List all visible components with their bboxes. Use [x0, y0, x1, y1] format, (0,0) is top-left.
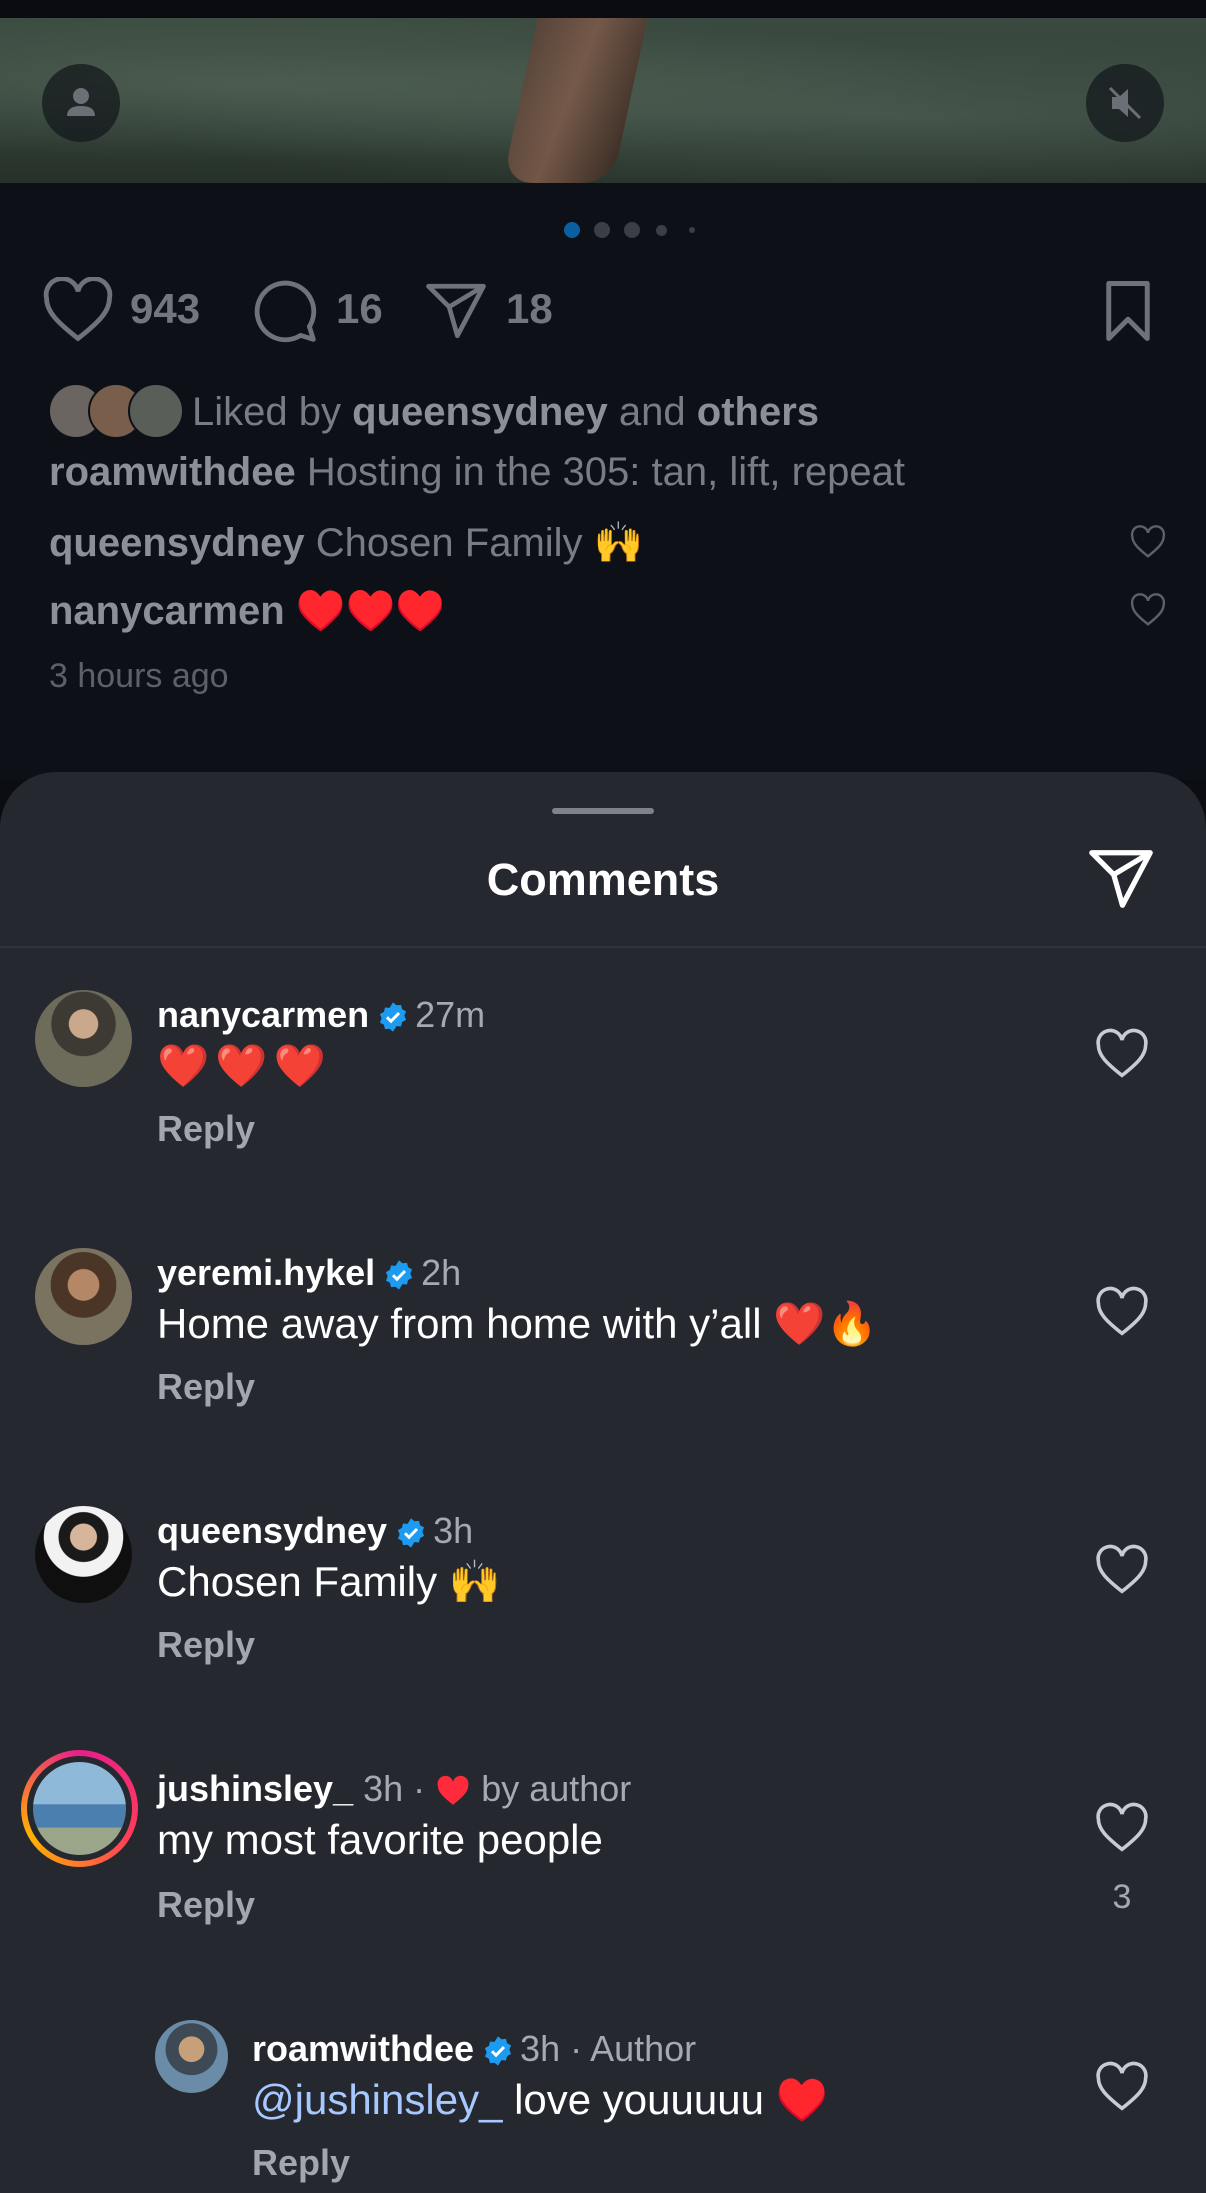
post-caption: roamwithdee Hosting in the 305: tan, lif… — [49, 450, 905, 495]
comment-time: 2h — [421, 1252, 462, 1293]
comment-username[interactable]: nanycarmen — [157, 994, 369, 1035]
liked-by-avatars[interactable] — [48, 383, 184, 439]
comment-username[interactable]: jushinsley_ — [157, 1768, 353, 1809]
preview-comment-text: ♥️♥️♥️ — [295, 589, 446, 633]
comment-header: nanycarmen 27m — [157, 994, 485, 1036]
comment-header: jushinsley_ 3h · by author — [157, 1768, 631, 1810]
bookmark-icon[interactable] — [1098, 278, 1158, 344]
avatar[interactable] — [155, 2020, 228, 2093]
comment-text: @jushinsley_ love youuuuu ♥️ — [252, 2076, 828, 2125]
reply-button[interactable]: Reply — [157, 1366, 255, 1408]
speaker-muted-icon — [1108, 86, 1142, 120]
preview-comment-user[interactable]: queensydney — [49, 521, 305, 565]
mention-link[interactable]: @jushinsley_ — [252, 2076, 502, 2123]
comment-header: roamwithdee 3h · Author — [252, 2028, 696, 2070]
preview-comment-heart-icon[interactable] — [1130, 524, 1166, 560]
comment-reply-item: roamwithdee 3h · Author @jushinsley_ love… — [0, 2020, 1206, 2193]
liked-by-prefix: Liked by — [192, 390, 341, 434]
comment-item: nanycarmen 27m ❤️❤️❤️ Reply — [0, 986, 1206, 1226]
divider — [0, 946, 1206, 948]
share-count: 18 — [506, 285, 553, 332]
avatar[interactable] — [35, 990, 132, 1087]
carousel-dot-active — [564, 222, 580, 238]
comment-username[interactable]: roamwithdee — [252, 2028, 474, 2069]
comment-time: 27m — [415, 994, 486, 1035]
comment-username[interactable]: yeremi.hykel — [157, 1252, 375, 1293]
carousel-dot — [624, 222, 640, 238]
reply-button[interactable]: Reply — [252, 2142, 350, 2184]
avatar[interactable] — [35, 1506, 132, 1603]
reply-button[interactable]: Reply — [157, 1624, 255, 1666]
comment-like-heart-icon[interactable] — [1095, 1027, 1149, 1081]
comment-item: jushinsley_ 3h · by author my most favor… — [0, 1750, 1206, 2010]
liked-by-and: and — [618, 390, 686, 434]
mute-button[interactable] — [1086, 64, 1164, 142]
liked-by-others[interactable]: others — [697, 390, 819, 434]
comment-like-count: 3 — [1112, 1878, 1132, 1916]
comment-time: 3h — [433, 1510, 474, 1551]
avatar — [128, 383, 184, 439]
preview-comment-user[interactable]: nanycarmen — [49, 589, 285, 633]
comment-item: queensydney 3h Chosen Family 🙌 Reply — [0, 1502, 1206, 1742]
author-liked-heart-icon — [437, 1775, 469, 1805]
comment-text: Home away from home with y’all ❤️🔥 — [157, 1300, 878, 1347]
preview-comment: queensydney Chosen Family 🙌 — [49, 519, 643, 566]
preview-comment: nanycarmen ♥️♥️♥️ — [49, 587, 445, 634]
comment-header: yeremi.hykel 2h — [157, 1252, 461, 1294]
avatar[interactable] — [35, 1248, 132, 1345]
caption-username[interactable]: roamwithdee — [49, 450, 296, 494]
comment-header: queensydney 3h — [157, 1510, 473, 1552]
comment-like-heart-icon[interactable] — [1095, 1285, 1149, 1339]
caption-text: Hosting in the 305: tan, lift, repeat — [306, 450, 905, 494]
comment-body: love youuuuu ♥️ — [502, 2076, 828, 2123]
comment-count: 16 — [336, 285, 383, 332]
share-icon[interactable] — [1086, 844, 1156, 914]
post-background: 943 16 18 Liked by queensydney and other… — [0, 0, 1206, 780]
verified-badge-icon — [380, 1002, 407, 1032]
sheet-drag-handle[interactable] — [552, 808, 654, 814]
comment-text: ❤️❤️❤️ — [157, 1042, 332, 1089]
carousel-dot — [594, 222, 610, 238]
status-strip — [0, 0, 1206, 18]
comment-like-heart-icon[interactable] — [1095, 1801, 1149, 1855]
comment-item: yeremi.hykel 2h Home away from home with … — [0, 1244, 1206, 1484]
verified-badge-icon — [386, 1260, 413, 1290]
tagged-people-button[interactable] — [42, 64, 120, 142]
comment-time: 3h · Author — [520, 2028, 697, 2069]
carousel-dot — [689, 227, 695, 233]
verified-badge-icon — [398, 1518, 425, 1548]
person-icon — [67, 88, 95, 116]
reply-button[interactable]: Reply — [157, 1108, 255, 1150]
carousel-dot — [656, 225, 667, 236]
comment-like-heart-icon[interactable] — [1095, 2060, 1149, 2114]
comment-like-heart-icon[interactable] — [1095, 1543, 1149, 1597]
preview-comment-text: Chosen Family 🙌 — [315, 521, 644, 565]
liked-by-user[interactable]: queensydney — [352, 390, 608, 434]
comments-sheet: Comments nanycarmen 27m ❤️❤️❤️ Reply yere… — [0, 772, 1206, 2193]
comment-username[interactable]: queensydney — [157, 1510, 387, 1551]
comment-time: 3h · — [363, 1768, 426, 1809]
comment-icon[interactable] — [250, 277, 320, 345]
carousel-indicator — [0, 222, 1206, 238]
share-icon[interactable] — [422, 278, 490, 344]
liked-by-text[interactable]: Liked by queensydney and others — [192, 390, 819, 435]
comment-text: my most favorite people — [157, 1816, 603, 1863]
sheet-title: Comments — [486, 854, 720, 905]
verified-badge-icon — [484, 2036, 512, 2066]
post-timestamp: 3 hours ago — [49, 657, 229, 695]
preview-comment-heart-icon[interactable] — [1130, 592, 1166, 628]
like-count: 943 — [130, 285, 201, 332]
author-like-label: by author — [481, 1768, 632, 1809]
reply-button[interactable]: Reply — [157, 1884, 255, 1926]
like-heart-icon[interactable] — [42, 277, 114, 343]
avatar[interactable] — [33, 1762, 126, 1855]
comment-text: Chosen Family 🙌 — [157, 1558, 502, 1605]
